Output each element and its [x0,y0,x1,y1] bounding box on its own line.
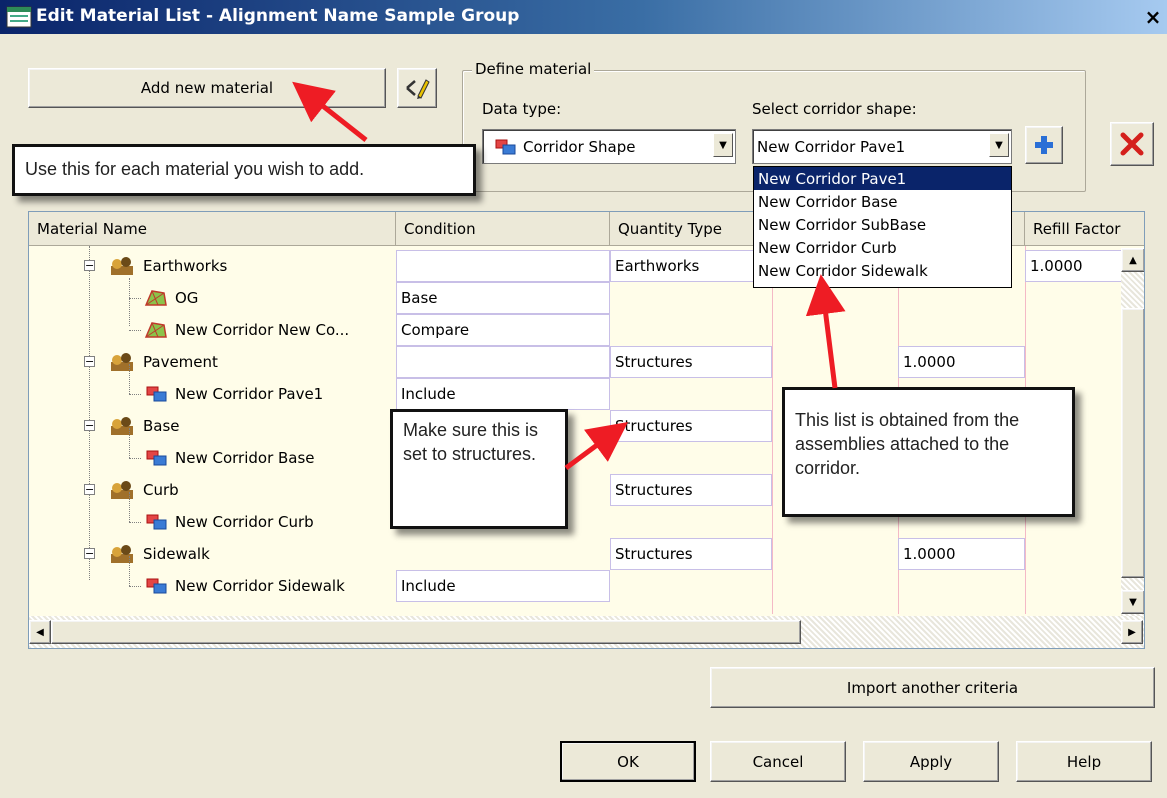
scroll-left-icon[interactable]: ◀ [29,620,51,644]
dropdown-option[interactable]: New Corridor Curb [754,236,1011,259]
apply-button[interactable]: Apply [863,741,999,782]
condition-cell[interactable]: Include [396,378,610,410]
tree-line [129,556,130,586]
condition-cell[interactable]: Base [396,282,610,314]
quantity-type-cell[interactable]: Structures [610,346,772,378]
column-divider [772,246,773,614]
material-group-icon [111,545,133,563]
horizontal-scrollbar[interactable]: ◀ ▶ [29,616,1144,648]
tree-line [89,246,90,580]
material-name: New Corridor New Co... [175,321,350,339]
corridor-shape-dropdown-list[interactable]: New Corridor Pave1 New Corridor Base New… [753,166,1012,288]
material-name: Curb [143,481,179,499]
scroll-down-icon[interactable]: ▼ [1121,590,1144,614]
material-name: New Corridor Sidewalk [175,577,345,595]
cancel-button[interactable]: Cancel [710,741,846,782]
tree-line [129,522,141,523]
header-quantity-type[interactable]: Quantity Type [610,212,772,246]
corridor-shape-icon [146,386,167,402]
factor-cell[interactable]: 1.0000 [898,346,1025,378]
factor-cell[interactable]: 1.0000 [898,538,1025,570]
header-condition[interactable]: Condition [396,212,610,246]
material-group-icon [111,353,133,371]
corridor-shape-value: New Corridor Pave1 [757,137,906,156]
material-name: Base [143,417,180,435]
condition-cell[interactable] [396,250,610,282]
quantity-type-cell[interactable]: Structures [610,410,772,442]
add-material-button[interactable]: Add new material [28,68,386,108]
ok-button[interactable]: OK [560,741,696,782]
pencil-icon [406,79,430,99]
material-name: Sidewalk [143,545,210,563]
corridor-shape-select[interactable]: New Corridor Pave1 ▼ [752,129,1012,164]
vertical-scrollbar[interactable]: ▲ ▼ [1121,248,1144,616]
tree-line [129,428,130,458]
quantity-type-cell[interactable]: Structures [610,538,772,570]
tree-line [129,278,130,326]
condition-cell[interactable] [396,346,610,378]
collapse-icon[interactable]: − [84,356,95,367]
chevron-down-icon[interactable]: ▼ [713,133,733,157]
material-name: OG [175,289,199,307]
material-group-icon [111,257,133,275]
corridor-shape-icon [495,139,516,154]
callout-add-material: Use this for each material you wish to a… [12,144,476,196]
collapse-icon[interactable]: − [84,420,95,431]
window-title: Edit Material List - Alignment Name Samp… [36,6,520,26]
condition-cell[interactable]: Include [396,570,610,602]
corridor-shape-label: Select corridor shape: [752,100,917,118]
define-material-label: Define material [472,60,595,78]
collapse-icon[interactable]: − [84,260,95,271]
tree-line [129,330,141,331]
tree-line [129,394,141,395]
quantity-type-cell[interactable]: Earthworks [610,250,772,282]
collapse-icon[interactable]: − [84,484,95,495]
collapse-icon[interactable]: − [84,548,95,559]
data-type-select[interactable]: Corridor Shape ▼ [482,129,736,164]
material-name: New Corridor Curb [175,513,314,531]
material-group-icon [111,417,133,435]
import-criteria-button[interactable]: Import another criteria [710,667,1155,708]
dropdown-option[interactable]: New Corridor Base [754,190,1011,213]
material-name: New Corridor Pave1 [175,385,324,403]
material-name: Pavement [143,353,218,371]
scroll-thumb[interactable] [1121,308,1144,578]
material-name: New Corridor Base [175,449,315,467]
help-button[interactable]: Help [1016,741,1152,782]
dropdown-option-selected[interactable]: New Corridor Pave1 [754,167,1011,190]
tree-line [129,298,141,299]
delete-material-button[interactable] [1110,122,1154,166]
quantity-type-cell[interactable]: Structures [610,474,772,506]
material-name: Earthworks [143,257,228,275]
callout-list-source: This list is obtained from the assemblie… [782,387,1075,517]
dropdown-option[interactable]: New Corridor SubBase [754,213,1011,236]
corridor-shape-icon [146,450,167,466]
edit-material-button[interactable] [397,68,437,108]
surface-icon [144,322,167,338]
surface-icon [144,290,167,306]
tree-line [129,492,130,522]
data-type-value: Corridor Shape [523,137,636,156]
app-icon [6,6,32,28]
scroll-up-icon[interactable]: ▲ [1121,248,1144,272]
chevron-down-icon[interactable]: ▼ [989,133,1009,157]
tree-line [129,458,141,459]
delete-icon [1120,132,1144,156]
close-button[interactable]: × [1143,7,1163,28]
add-shape-button[interactable] [1025,126,1063,164]
callout-structures: Make sure this is set to structures. [390,409,568,529]
material-group-icon [111,481,133,499]
tree-line [129,586,141,587]
dropdown-option[interactable]: New Corridor Sidewalk [754,259,1011,282]
header-refill-factor[interactable]: Refill Factor [1025,212,1144,246]
corridor-shape-icon [146,578,167,594]
corridor-shape-icon [146,514,167,530]
scroll-right-icon[interactable]: ▶ [1121,620,1143,644]
tree-line [129,364,130,394]
data-type-label: Data type: [482,100,562,118]
plus-icon [1035,136,1053,154]
header-material-name[interactable]: Material Name [29,212,396,246]
condition-cell[interactable]: Compare [396,314,610,346]
scroll-thumb[interactable] [51,620,801,644]
